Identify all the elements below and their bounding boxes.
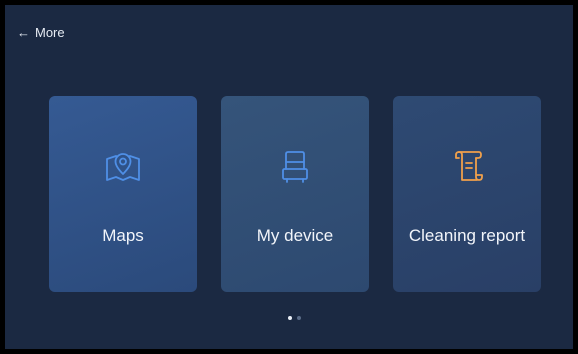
- maps-card[interactable]: Maps: [49, 96, 197, 292]
- page-indicator: [288, 316, 301, 320]
- screen: ← More Maps My device Cleaning report: [5, 5, 573, 349]
- robot-device-icon: [275, 147, 315, 187]
- map-pin-icon: [103, 147, 143, 187]
- page-title: More: [35, 24, 65, 40]
- page-dot[interactable]: [297, 316, 301, 320]
- my-device-label: My device: [256, 226, 334, 245]
- cleaning-report-label: Cleaning report: [408, 226, 526, 245]
- my-device-card[interactable]: My device: [221, 96, 369, 292]
- page-dot-active[interactable]: [288, 316, 292, 320]
- scroll-report-icon: [447, 147, 487, 187]
- back-button[interactable]: ← More: [17, 24, 65, 40]
- maps-label: Maps: [102, 226, 144, 245]
- cleaning-report-card[interactable]: Cleaning report: [393, 96, 541, 292]
- arrow-left-icon: ←: [17, 24, 30, 40]
